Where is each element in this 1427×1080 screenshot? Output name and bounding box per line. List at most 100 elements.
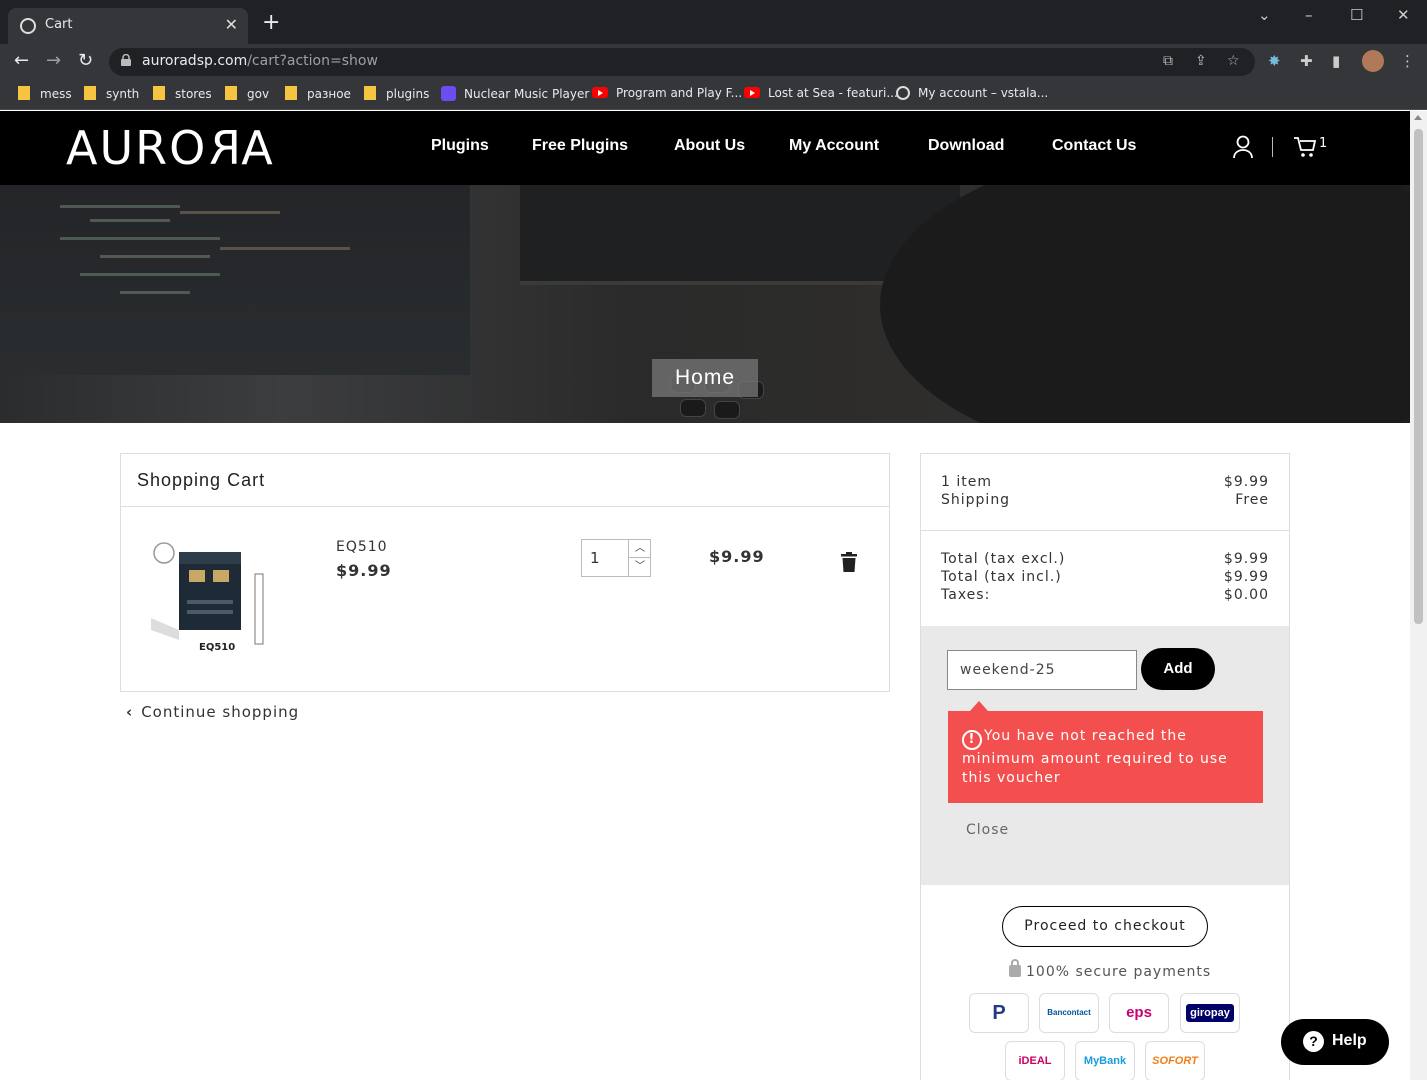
trash-icon[interactable] bbox=[841, 552, 857, 572]
bookmark-nuclear[interactable]: Nuclear Music Player bbox=[441, 86, 589, 101]
page-viewport: AURORA Plugins Free Plugins About Us My … bbox=[0, 111, 1410, 1080]
padlock-icon bbox=[1009, 959, 1021, 977]
close-window-button[interactable]: ✕ bbox=[1397, 6, 1410, 24]
back-arrow-icon[interactable]: ← bbox=[14, 50, 29, 71]
translate-icon[interactable]: ⧉ bbox=[1163, 53, 1173, 69]
youtube-icon bbox=[592, 87, 608, 98]
giropay-logo: giropay bbox=[1180, 993, 1240, 1033]
sofort-logo: SOFORT bbox=[1145, 1041, 1205, 1080]
hero-person-image bbox=[880, 185, 1410, 423]
bookmark-raznoe[interactable]: разное bbox=[285, 86, 351, 101]
voucher-add-button[interactable]: Add bbox=[1141, 648, 1215, 690]
quantity-stepper: ︿ ﹀ bbox=[581, 539, 651, 577]
bookmark-stores[interactable]: stores bbox=[153, 86, 212, 101]
reload-icon[interactable]: ↻ bbox=[78, 50, 93, 71]
paypal-logo: P bbox=[969, 993, 1029, 1033]
line-total-price: $9.99 bbox=[709, 547, 765, 566]
new-tab-button[interactable]: + bbox=[262, 12, 280, 34]
shopping-cart-panel: Shopping Cart EQ510 EQ510 $9.99 ︿ ﹀ $9.9… bbox=[120, 453, 890, 692]
mybank-logo: MyBank bbox=[1075, 1041, 1135, 1080]
bookmark-program-play[interactable]: Program and Play F... bbox=[592, 86, 742, 100]
bookmarks-bar: mess synth stores gov разное plugins Nuc… bbox=[0, 80, 1427, 110]
scroll-up-icon[interactable] bbox=[1414, 115, 1422, 120]
summary-total-excl-row: Total (tax excl.) $9.99 bbox=[941, 551, 1269, 567]
tab-title: Cart bbox=[45, 17, 73, 32]
chevron-left-icon: ‹ bbox=[126, 703, 134, 721]
nav-about-us[interactable]: About Us bbox=[674, 137, 745, 155]
continue-shopping-link[interactable]: ‹ Continue shopping bbox=[126, 703, 299, 721]
site-favicon-icon bbox=[20, 18, 36, 34]
browser-tab-bar: Cart ✕ + ⌄ – ☐ ✕ bbox=[0, 0, 1427, 44]
cart-icon[interactable] bbox=[1293, 135, 1317, 159]
browser-toolbar: ← → ↻ auroradsp.com/cart?action=show ⧉ ⇪… bbox=[0, 44, 1427, 80]
hero-title: Home bbox=[652, 359, 758, 397]
nav-contact-us[interactable]: Contact Us bbox=[1052, 137, 1136, 155]
quantity-decrease-icon[interactable]: ﹀ bbox=[629, 558, 651, 576]
cart-divider bbox=[121, 506, 889, 507]
product-unit-price: $9.99 bbox=[336, 561, 392, 580]
nav-download[interactable]: Download bbox=[928, 137, 1004, 155]
cart-count-badge: 1 bbox=[1319, 136, 1328, 151]
ideal-logo: iDEAL bbox=[1005, 1041, 1065, 1080]
address-bar[interactable]: auroradsp.com/cart?action=show ⧉ ⇪ ☆ bbox=[109, 48, 1255, 76]
extension-icon[interactable]: ✸ bbox=[1268, 52, 1281, 70]
voucher-code-input[interactable]: weekend-25 bbox=[947, 650, 1137, 690]
bookmark-gov[interactable]: gov bbox=[225, 86, 269, 101]
maximize-button[interactable]: ☐ bbox=[1350, 6, 1363, 24]
help-button[interactable]: ? Help bbox=[1281, 1019, 1389, 1065]
nav-my-account[interactable]: My Account bbox=[789, 137, 879, 155]
tab-search-icon[interactable]: ⌄ bbox=[1258, 6, 1271, 24]
product-name[interactable]: EQ510 bbox=[336, 539, 388, 555]
quantity-spin: ︿ ﹀ bbox=[628, 540, 651, 576]
forward-arrow-icon[interactable]: → bbox=[46, 50, 61, 71]
puzzle-extensions-icon[interactable]: ✚ bbox=[1300, 52, 1313, 70]
bookmark-plugins[interactable]: plugins bbox=[364, 86, 429, 101]
bookmark-mess[interactable]: mess bbox=[18, 86, 72, 101]
proceed-checkout-button[interactable]: Proceed to checkout bbox=[1002, 906, 1208, 947]
side-panel-icon[interactable]: ▮ bbox=[1332, 52, 1340, 70]
nuclear-icon bbox=[441, 86, 456, 101]
scrollbar-thumb[interactable] bbox=[1414, 129, 1423, 624]
folder-icon bbox=[364, 86, 376, 100]
folder-icon bbox=[18, 86, 30, 100]
menu-kebab-icon[interactable]: ⋮ bbox=[1400, 52, 1415, 70]
minimize-button[interactable]: – bbox=[1305, 6, 1313, 24]
hero-banner: Home bbox=[0, 185, 1410, 423]
product-image[interactable]: EQ510 bbox=[151, 540, 269, 658]
browser-tab-cart[interactable]: Cart ✕ bbox=[8, 8, 248, 44]
globe-icon bbox=[896, 86, 910, 100]
summary-total-incl-row: Total (tax incl.) $9.99 bbox=[941, 569, 1269, 585]
eps-logo: eps bbox=[1109, 993, 1169, 1033]
user-icon[interactable] bbox=[1233, 135, 1253, 159]
question-icon: ? bbox=[1303, 1031, 1324, 1052]
summary-items-row: 1 item $9.99 bbox=[941, 474, 1269, 490]
nav-free-plugins[interactable]: Free Plugins bbox=[532, 137, 628, 155]
summary-shipping-row: Shipping Free bbox=[941, 492, 1269, 508]
bancontact-logo: Bancontact bbox=[1039, 993, 1099, 1033]
quantity-increase-icon[interactable]: ︿ bbox=[629, 540, 651, 558]
svg-text:EQ510: EQ510 bbox=[199, 642, 235, 653]
header-separator bbox=[1272, 137, 1273, 157]
bookmark-lost-at-sea[interactable]: Lost at Sea - featuri... bbox=[744, 86, 898, 100]
nav-plugins[interactable]: Plugins bbox=[431, 137, 489, 155]
site-header: AURORA Plugins Free Plugins About Us My … bbox=[0, 111, 1410, 185]
share-icon[interactable]: ⇪ bbox=[1195, 53, 1207, 69]
page-scrollbar[interactable] bbox=[1410, 111, 1427, 1080]
voucher-section: weekend-25 Add ! You have not reached the… bbox=[921, 626, 1289, 885]
bookmark-star-icon[interactable]: ☆ bbox=[1227, 53, 1240, 69]
profile-avatar[interactable] bbox=[1362, 50, 1384, 72]
folder-icon bbox=[285, 86, 297, 100]
url-text: auroradsp.com/cart?action=show bbox=[142, 53, 378, 69]
bookmark-synth[interactable]: synth bbox=[84, 86, 139, 101]
summary-taxes-row: Taxes: $0.00 bbox=[941, 587, 1269, 603]
quantity-input[interactable] bbox=[582, 540, 628, 576]
cart-title: Shopping Cart bbox=[137, 470, 266, 490]
cart-summary-panel: 1 item $9.99 Shipping Free Total (tax excl… bbox=[920, 453, 1290, 1080]
voucher-close-link[interactable]: Close bbox=[966, 822, 1009, 838]
close-tab-icon[interactable]: ✕ bbox=[225, 15, 238, 34]
warning-icon: ! bbox=[962, 730, 982, 750]
aurora-logo[interactable]: AURORA bbox=[66, 121, 275, 175]
folder-icon bbox=[225, 86, 237, 100]
folder-icon bbox=[153, 86, 165, 100]
bookmark-my-account[interactable]: My account – vstala... bbox=[896, 86, 1048, 100]
